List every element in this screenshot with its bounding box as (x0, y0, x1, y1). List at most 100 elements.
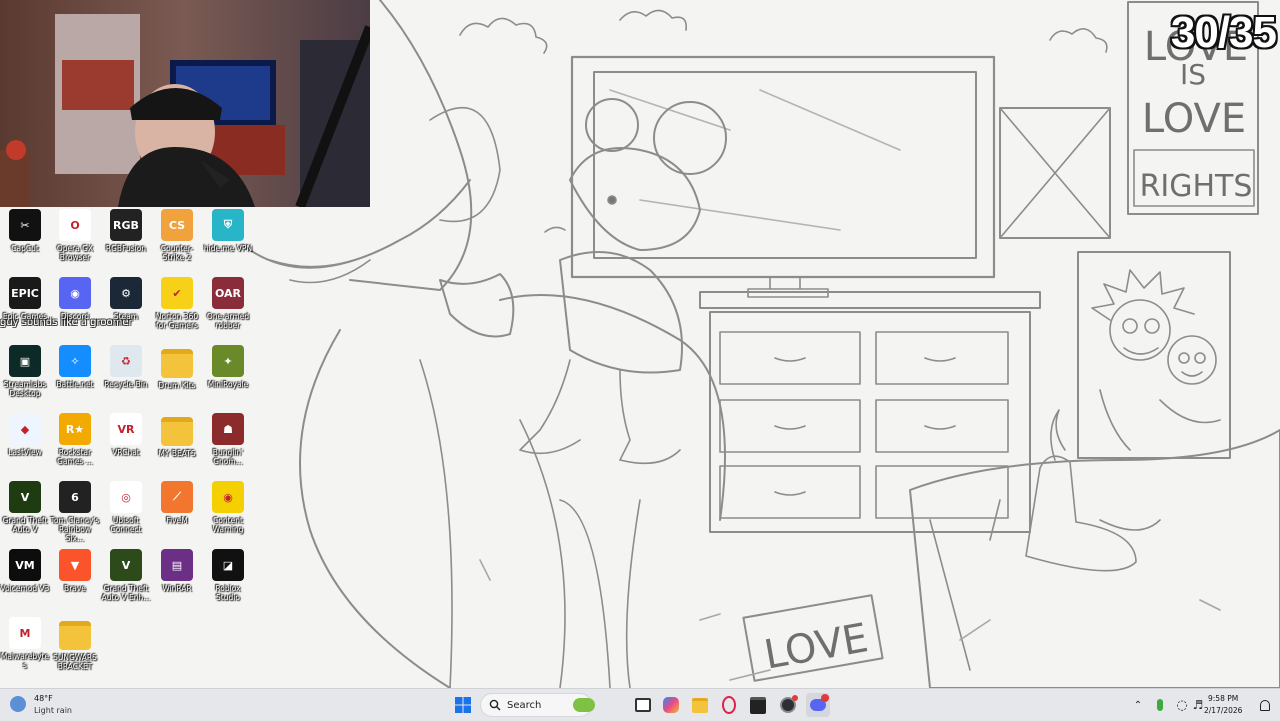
desktop-icon-label: Norton 360 for Gamers (155, 312, 199, 330)
desktop-icon[interactable]: EPIC Epic Games (0, 277, 50, 343)
winrar-icon: ▤ (161, 549, 193, 581)
desktop-icon-label: MiniRoyale (207, 380, 249, 389)
desktop-icon[interactable]: ☗ Bunglin' Gnom... (203, 413, 253, 479)
desktop-icon-label: Bunglin' Gnom... (212, 448, 244, 466)
desktop-icon-label: Epic Games (2, 312, 48, 321)
desktop-icon[interactable]: 6 Tom Clancy's Rainbow Six... (50, 481, 100, 547)
desktop-icon[interactable]: ✔ Norton 360 for Gamers (152, 277, 202, 343)
tray-clock[interactable]: 9:58 PM 2/17/2026 (1204, 692, 1254, 718)
desktop-icon[interactable]: ♻ Recycle Bin (101, 345, 151, 411)
malwarebytes-icon: M (9, 617, 41, 649)
tray-overflow[interactable]: ⌃ (1126, 693, 1150, 717)
desktop-icon[interactable]: VR VRChat (101, 413, 151, 479)
desktop-icon[interactable]: M Malwarebytes (0, 617, 50, 683)
gta-v-icon: V (9, 481, 41, 513)
chevron-up-icon: ⌃ (1133, 699, 1143, 711)
gta-v-enhanced-icon: V (110, 549, 142, 581)
desktop-icon-label: Roblox Studio (215, 584, 241, 602)
desktop-icon-label: RGBFusion (105, 244, 147, 253)
taskbar-file-explorer[interactable] (688, 693, 712, 717)
desktop-icon-label: Tom Clancy's Rainbow Six... (50, 516, 100, 543)
copilot-icon (663, 697, 679, 713)
desktop-icon[interactable]: MY BEATS (152, 413, 202, 479)
desktop-icon-label: Discord (60, 312, 90, 321)
webcam-overlay (0, 0, 370, 207)
taskbar-search[interactable]: Search (480, 693, 595, 717)
desktop-icon-label: Recycle Bin (104, 380, 148, 389)
weather-temp: 48°F (34, 694, 53, 703)
desktop-icon-label: VRChat (112, 448, 140, 457)
folder-icon (59, 621, 91, 650)
desktop-icon[interactable]: ✦ MiniRoyale (203, 345, 253, 411)
desktop-icon[interactable]: V Grand Theft Auto V (0, 481, 50, 547)
desktop-icon[interactable]: R★ Rockstar Games ... (50, 413, 100, 479)
desktop-icon-label: Malwarebytes (0, 652, 50, 670)
desktop-icon-label: One-armed robber (206, 312, 250, 330)
desktop-icon-label: WinRAR (162, 584, 192, 593)
taskbar-task-view[interactable] (631, 693, 655, 717)
desktop-icon[interactable]: SUNGWARS BRACKET (50, 617, 100, 683)
desktop-icon[interactable]: ◉ Content Warning (203, 481, 253, 547)
microphone-icon (1157, 699, 1163, 711)
desktop-icon[interactable]: ◉ Discord (50, 277, 100, 343)
weather-desc: Light rain (34, 706, 72, 715)
desktop-icon[interactable]: ▣ Streamlabs Desktop (0, 345, 50, 411)
windows-start-icon (455, 697, 471, 713)
desktop-icon-label: hide.me VPN (203, 244, 253, 253)
opera-gx-icon: O (59, 209, 91, 241)
taskbar-copilot[interactable] (659, 693, 683, 717)
weather-rain-icon (10, 696, 26, 712)
desktop-icon[interactable]: ▼ Brave (50, 549, 100, 615)
desktop-icon[interactable]: ▤ WinRAR (152, 549, 202, 615)
desktop-icon[interactable]: RGB RGBFusion (101, 209, 151, 275)
streamlabs-icon: ▣ (9, 345, 41, 377)
rgb-fusion-icon: RGB (110, 209, 142, 241)
volume-icon: ♬ (1192, 698, 1204, 712)
desktop-icon[interactable]: ⛨ hide.me VPN (203, 209, 253, 275)
taskbar-store[interactable] (746, 693, 770, 717)
desktop-icon-label: Drum Kits (158, 381, 196, 390)
poster-text-is: IS (1180, 58, 1206, 91)
desktop-icon[interactable]: ◎ Ubisoft Connect (101, 481, 151, 547)
desktop-icon[interactable]: ✂ CapCut (0, 209, 50, 275)
taskbar-opera-gx[interactable] (717, 693, 741, 717)
folder-icon (161, 349, 193, 378)
microsoft-store-icon (750, 696, 766, 714)
desktop-icon[interactable]: ⟋ FiveM (152, 481, 202, 547)
start-button[interactable] (451, 693, 475, 717)
desktop-icon[interactable]: VM Voicemod V3 (0, 549, 50, 615)
desktop-icon-label: MY BEATS (158, 449, 196, 458)
desktop-icon-label: Rockstar Games ... (57, 448, 93, 466)
desktop-icon[interactable]: ◪ Roblox Studio (203, 549, 253, 615)
desktop-icon[interactable]: ⚙ Steam (101, 277, 151, 343)
webcam-feed-image (0, 0, 370, 207)
task-view-icon (635, 698, 651, 712)
desktop-icon-label: Counter-Strike 2 (160, 244, 194, 262)
recycle-bin-icon: ♻ (110, 345, 142, 377)
tray-notifications[interactable] (1254, 693, 1276, 717)
lastview-icon: ◆ (9, 413, 41, 445)
taskbar-discord[interactable] (806, 693, 830, 717)
desktop-icon-label: Streamlabs Desktop (3, 380, 47, 398)
desktop-icon-label: FiveM (166, 516, 188, 525)
desktop-icon-label: Content Warning (212, 516, 244, 534)
desktop-icon[interactable]: ✧ Battle.net (50, 345, 100, 411)
desktop-icon[interactable]: V Grand Theft Auto V Enh... (101, 549, 151, 615)
voicemod-icon: VM (9, 549, 41, 581)
roblox-studio-icon: ◪ (212, 549, 244, 581)
desktop-icon[interactable]: ◆ LastView (0, 413, 50, 479)
weather-widget[interactable]: 48°F Light rain (8, 692, 98, 718)
desktop-icon[interactable]: OAR One-armed robber (203, 277, 253, 343)
tray-mic[interactable] (1148, 693, 1172, 717)
desktop-icon[interactable]: CS Counter-Strike 2 (152, 209, 202, 275)
notification-dot-icon (792, 695, 798, 701)
counter-strike-icon: CS (161, 209, 193, 241)
desktop-icon[interactable]: O Opera GX Browser (50, 209, 100, 275)
ubisoft-icon: ◎ (110, 481, 142, 513)
desktop-icon[interactable]: Drum Kits (152, 345, 202, 411)
rockstar-icon: R★ (59, 413, 91, 445)
clock-date: 2/17/2026 (1204, 706, 1243, 715)
desktop-icon-label: CapCut (11, 244, 39, 253)
folder-icon (161, 417, 193, 446)
taskbar-steam-or-app[interactable] (776, 693, 800, 717)
